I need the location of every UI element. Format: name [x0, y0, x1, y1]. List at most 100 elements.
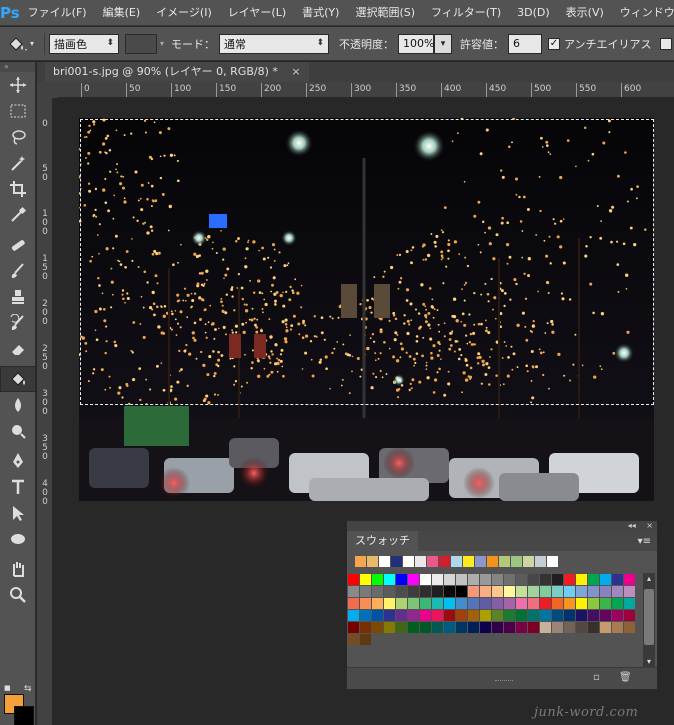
menu-item[interactable]: 選択範囲(S)	[347, 0, 423, 26]
swatch[interactable]	[564, 574, 575, 585]
recent-swatch[interactable]	[511, 556, 522, 567]
swatch[interactable]	[372, 574, 383, 585]
swatch[interactable]	[468, 610, 479, 621]
recent-swatch[interactable]	[439, 556, 450, 567]
swatch[interactable]	[492, 586, 503, 597]
swatch[interactable]	[588, 598, 599, 609]
swatch[interactable]	[564, 586, 575, 597]
recent-swatch[interactable]	[475, 556, 486, 567]
swatch[interactable]	[456, 574, 467, 585]
current-tool-paint-bucket-icon[interactable]: ▾	[0, 27, 40, 61]
swatch[interactable]	[564, 598, 575, 609]
menu-item[interactable]: ウィンドウ	[612, 0, 674, 26]
path-select-tool[interactable]	[0, 500, 36, 526]
menu-item[interactable]: フィルター(T)	[423, 0, 509, 26]
recent-swatch[interactable]	[379, 556, 390, 567]
menu-item[interactable]: ファイル(F)	[20, 0, 95, 26]
swatch[interactable]	[372, 598, 383, 609]
swatch[interactable]	[564, 622, 575, 633]
swatch[interactable]	[504, 598, 515, 609]
swatch[interactable]	[492, 622, 503, 633]
fill-source-dropdown[interactable]: 描画色 ⬍	[49, 33, 119, 54]
recent-swatch[interactable]	[367, 556, 378, 567]
swatch[interactable]	[384, 586, 395, 597]
swatch[interactable]	[480, 610, 491, 621]
swatch[interactable]	[528, 622, 539, 633]
menu-item[interactable]: 書式(Y)	[294, 0, 347, 26]
menu-item[interactable]: 表示(V)	[558, 0, 612, 26]
swatch[interactable]	[480, 586, 491, 597]
paint-bucket-tool[interactable]	[0, 366, 36, 392]
recent-swatch[interactable]	[451, 556, 462, 567]
swatch[interactable]	[384, 598, 395, 609]
swatch[interactable]	[420, 598, 431, 609]
tolerance-field[interactable]: 6	[508, 33, 542, 54]
swatch[interactable]	[612, 598, 623, 609]
document-image[interactable]	[79, 118, 654, 501]
crop-tool[interactable]	[0, 176, 36, 202]
background-color-swatch[interactable]	[14, 706, 34, 725]
swatch[interactable]	[360, 634, 371, 645]
swatch[interactable]	[420, 574, 431, 585]
swatch[interactable]	[516, 598, 527, 609]
swatch[interactable]	[552, 574, 563, 585]
swatch[interactable]	[528, 610, 539, 621]
history-brush-tool[interactable]	[0, 310, 36, 336]
recent-swatch[interactable]	[523, 556, 534, 567]
swatch[interactable]	[420, 586, 431, 597]
swatch[interactable]	[504, 574, 515, 585]
swatch[interactable]	[468, 622, 479, 633]
close-icon[interactable]: ×	[646, 521, 653, 530]
swatch[interactable]	[540, 598, 551, 609]
swatch[interactable]	[396, 610, 407, 621]
swatch[interactable]	[576, 574, 587, 585]
swatch[interactable]	[504, 610, 515, 621]
opacity-field[interactable]: 100%	[398, 33, 434, 54]
swatch[interactable]	[456, 598, 467, 609]
swatch[interactable]	[576, 598, 587, 609]
menu-item[interactable]: レイヤー(L)	[220, 0, 294, 26]
swatch[interactable]	[360, 586, 371, 597]
swatch[interactable]	[432, 610, 443, 621]
swatch[interactable]	[624, 610, 635, 621]
pen-tool[interactable]	[0, 448, 36, 474]
swatch[interactable]	[372, 586, 383, 597]
tool-preset-arrow-icon[interactable]: ▾	[30, 39, 34, 48]
swatch[interactable]	[480, 622, 491, 633]
swatch[interactable]	[540, 574, 551, 585]
swatch[interactable]	[444, 622, 455, 633]
swatch[interactable]	[396, 586, 407, 597]
tab-swatches[interactable]: スウォッチ	[347, 531, 418, 551]
contiguous-checkbox[interactable]	[659, 37, 672, 50]
swatch[interactable]	[516, 586, 527, 597]
panel-grip[interactable]: »	[0, 62, 35, 72]
healing-tool[interactable]	[0, 232, 36, 258]
recent-swatch[interactable]	[463, 556, 474, 567]
type-tool[interactable]	[0, 474, 36, 500]
recent-swatch[interactable]	[391, 556, 402, 567]
eyedropper-tool[interactable]	[0, 202, 36, 228]
swatch[interactable]	[396, 574, 407, 585]
blur-tool[interactable]	[0, 392, 36, 418]
pattern-picker-arrow-icon[interactable]: ▾	[157, 34, 167, 54]
swatch[interactable]	[516, 574, 527, 585]
swatch[interactable]	[408, 586, 419, 597]
swatch[interactable]	[540, 622, 551, 633]
shape-tool[interactable]	[0, 526, 36, 552]
swatch[interactable]	[492, 598, 503, 609]
swatch[interactable]	[372, 622, 383, 633]
brush-tool[interactable]	[0, 258, 36, 284]
antialias-checkbox[interactable]: ✓	[548, 37, 560, 50]
delete-icon[interactable]: 🗑	[619, 672, 632, 684]
swatch[interactable]	[348, 586, 359, 597]
swatch[interactable]	[432, 598, 443, 609]
swatch[interactable]	[384, 574, 395, 585]
panel-titlebar[interactable]: ◂◂ ×	[347, 521, 657, 531]
swatch[interactable]	[408, 610, 419, 621]
swatch[interactable]	[396, 622, 407, 633]
scroll-up-icon[interactable]: ▴	[643, 573, 655, 585]
swatch[interactable]	[360, 598, 371, 609]
swatch[interactable]	[360, 574, 371, 585]
swatch[interactable]	[420, 622, 431, 633]
recent-swatch[interactable]	[499, 556, 510, 567]
